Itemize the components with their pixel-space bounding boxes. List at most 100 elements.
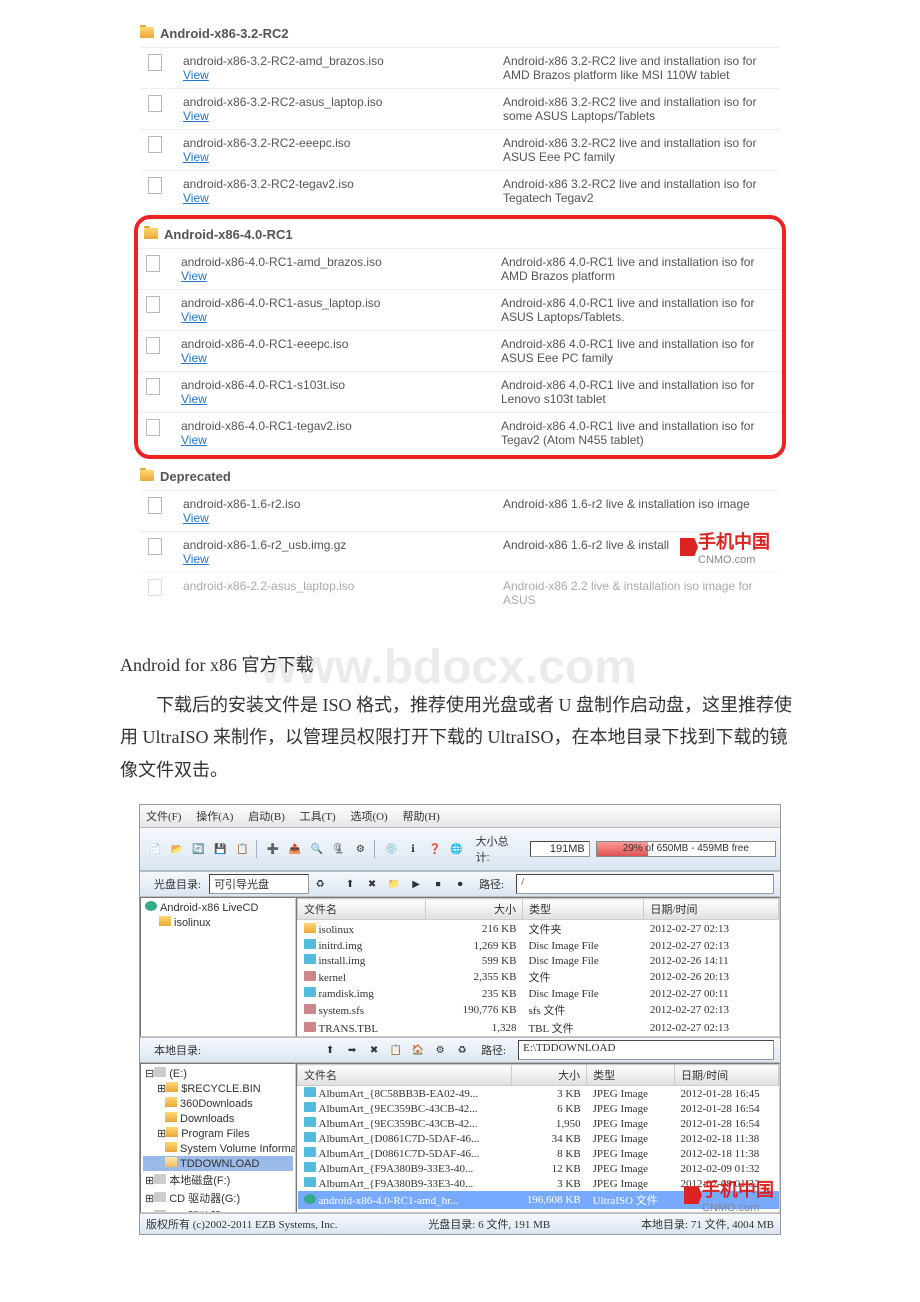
newfold-icon[interactable]: 📁 <box>384 874 404 894</box>
col-date[interactable]: 日期/时间 <box>675 1065 779 1086</box>
view-link[interactable]: View <box>183 552 209 566</box>
reload-icon[interactable]: 🔄 <box>189 839 209 859</box>
table-row[interactable]: AlbumArt_{9EC359BC-43CB-42...6 KBJPEG Im… <box>298 1101 779 1116</box>
tree-drive[interactable]: ⊞CD 驱动器(G:) <box>143 1189 293 1207</box>
home-icon[interactable]: 🏠 <box>408 1040 428 1060</box>
table-row[interactable]: AlbumArt_{D0861C7D-5DAF-46...8 KBJPEG Im… <box>298 1146 779 1161</box>
props-icon[interactable]: ⚙ <box>350 839 370 859</box>
file-desc: Android-x86 4.0-RC1 live and installatio… <box>501 296 782 324</box>
tree-root[interactable]: Android-x86 LiveCD <box>143 900 293 915</box>
up-icon[interactable]: ⬆ <box>340 874 360 894</box>
table-row[interactable]: AlbumArt_{F9A380B9-33E3-40...12 KBJPEG I… <box>298 1161 779 1176</box>
view-link[interactable]: View <box>181 433 207 447</box>
local-tree[interactable]: ⊟(E:) ⊞$RECYCLE.BIN 360Downloads Downloa… <box>140 1063 296 1213</box>
open-icon[interactable]: 📂 <box>167 839 187 859</box>
table-row[interactable]: system.sfs190,776 KBsfs 文件2012-02-27 02:… <box>298 1001 779 1019</box>
table-row[interactable]: TRANS.TBL1,328TBL 文件2012-02-27 02:13 <box>298 1019 779 1037</box>
tree-item[interactable]: isolinux <box>143 915 293 930</box>
table-row[interactable]: AlbumArt_{9EC359BC-43CB-42...1,950JPEG I… <box>298 1116 779 1131</box>
del-icon[interactable]: ✖ <box>362 874 382 894</box>
refresh-icon[interactable]: ♻ <box>310 874 330 894</box>
file-icon <box>304 1102 316 1112</box>
view-link[interactable]: View <box>183 150 209 164</box>
play-icon[interactable]: ▶ <box>406 874 426 894</box>
fwd-icon[interactable]: ➡ <box>342 1040 362 1060</box>
new-icon[interactable]: 📄 <box>145 839 165 859</box>
disc-filelist[interactable]: 文件名 大小 类型 日期/时间 isolinux216 KB文件夹2012-02… <box>296 897 780 1037</box>
table-row[interactable]: install.img599 KBDisc Image File2012-02-… <box>298 953 779 968</box>
file-name: android-x86-3.2-RC2-eeepc.iso <box>183 136 503 150</box>
add-icon[interactable]: ➕ <box>263 839 283 859</box>
col-name[interactable]: 文件名 <box>298 1065 512 1086</box>
col-size[interactable]: 大小 <box>425 899 522 920</box>
col-date[interactable]: 日期/时间 <box>644 899 779 920</box>
file-row: android-x86-2.2-asus_laptop.isoAndroid-x… <box>140 572 780 613</box>
menu-help[interactable]: 帮助(H) <box>402 811 439 823</box>
burn-icon[interactable]: 💿 <box>381 839 401 859</box>
tree-drive[interactable]: ⊟(E:) <box>143 1066 293 1081</box>
del-icon[interactable]: ✖ <box>364 1040 384 1060</box>
section-header: Android-x86-3.2-RC2 <box>140 20 780 47</box>
file-name: android-x86-4.0-RC1-eeepc.iso <box>181 337 501 351</box>
gear-icon[interactable]: ⚙ <box>430 1040 450 1060</box>
rec-icon[interactable]: ⏺ <box>450 874 470 894</box>
view-link[interactable]: View <box>181 392 207 406</box>
view-link[interactable]: View <box>183 511 209 525</box>
tree-item[interactable]: 360Downloads <box>143 1096 293 1111</box>
disc-path[interactable]: / <box>516 874 774 894</box>
col-size[interactable]: 大小 <box>512 1065 587 1086</box>
menu-tools[interactable]: 工具(T) <box>300 811 336 823</box>
view-link[interactable]: View <box>181 351 207 365</box>
table-row[interactable]: ramdisk.img235 KBDisc Image File2012-02-… <box>298 986 779 1001</box>
tree-item[interactable]: ⊞$RECYCLE.BIN <box>143 1081 293 1096</box>
disc-type-select[interactable]: 可引导光盘 <box>209 874 309 894</box>
web-icon[interactable]: 🌐 <box>447 839 467 859</box>
file-row: android-x86-4.0-RC1-tegav2.isoViewAndroi… <box>138 412 782 453</box>
table-row[interactable]: AlbumArt_{D0861C7D-5DAF-46...34 KBJPEG I… <box>298 1131 779 1146</box>
table-row[interactable]: AlbumArt_{8C58BB3B-EA02-49...3 KBJPEG Im… <box>298 1086 779 1102</box>
view-link[interactable]: View <box>183 109 209 123</box>
up-icon[interactable]: ⬆ <box>320 1040 340 1060</box>
table-row[interactable]: isolinux216 KB文件夹2012-02-27 02:13 <box>298 920 779 939</box>
info-icon[interactable]: ℹ <box>403 839 423 859</box>
local-path[interactable]: E:\TDDOWNLOAD <box>518 1040 774 1060</box>
cd-icon <box>154 1210 166 1213</box>
disc-tree[interactable]: Android-x86 LiveCD isolinux <box>140 897 296 1037</box>
table-row[interactable]: initrd.img1,269 KBDisc Image File2012-02… <box>298 938 779 953</box>
view-link[interactable]: View <box>183 68 209 82</box>
col-type[interactable]: 类型 <box>522 899 643 920</box>
col-type[interactable]: 类型 <box>587 1065 675 1086</box>
help-icon[interactable]: ❓ <box>425 839 445 859</box>
tree-item[interactable]: Downloads <box>143 1111 293 1126</box>
menu-boot[interactable]: 启动(B) <box>248 811 285 823</box>
table-row[interactable]: kernel2,355 KB文件2012-02-26 20:13 <box>298 968 779 986</box>
tree-drive[interactable]: ⊞本地磁盘(F:) <box>143 1171 293 1189</box>
view-link[interactable]: View <box>181 310 207 324</box>
stop-icon[interactable]: ⏹ <box>428 874 448 894</box>
view-link[interactable]: View <box>183 191 209 205</box>
col-name[interactable]: 文件名 <box>298 899 426 920</box>
tree-drive[interactable]: ⊞CD 驱动器(I:) <box>143 1207 293 1213</box>
menu-file[interactable]: 文件(F) <box>146 811 181 823</box>
refresh-icon[interactable]: ♻ <box>452 1040 472 1060</box>
extract-icon[interactable]: 📤 <box>285 839 305 859</box>
tree-item[interactable]: ⊞Program Files <box>143 1126 293 1141</box>
compress-icon[interactable]: 🗜 <box>329 839 349 859</box>
folder-icon <box>144 228 158 239</box>
file-icon <box>304 1147 316 1157</box>
highlight-box: Android-x86-4.0-RC1 android-x86-4.0-RC1-… <box>134 215 786 459</box>
tree-item[interactable]: System Volume Informat <box>143 1141 293 1156</box>
menu-options[interactable]: 选项(O) <box>350 811 387 823</box>
menu-action[interactable]: 操作(A) <box>196 811 233 823</box>
folder-icon <box>159 916 171 926</box>
mount-icon[interactable]: 🔍 <box>307 839 327 859</box>
file-name: android-x86-4.0-RC1-asus_laptop.iso <box>181 296 501 310</box>
file-icon <box>148 538 162 555</box>
file-desc: Android-x86 4.0-RC1 live and installatio… <box>501 255 782 283</box>
saveas-icon[interactable]: 📋 <box>232 839 252 859</box>
copy-icon[interactable]: 📋 <box>386 1040 406 1060</box>
save-icon[interactable]: 💾 <box>210 839 230 859</box>
view-link[interactable]: View <box>181 269 207 283</box>
file-name: android-x86-1.6-r2.iso <box>183 497 503 511</box>
tree-item-selected[interactable]: TDDOWNLOAD <box>143 1156 293 1171</box>
